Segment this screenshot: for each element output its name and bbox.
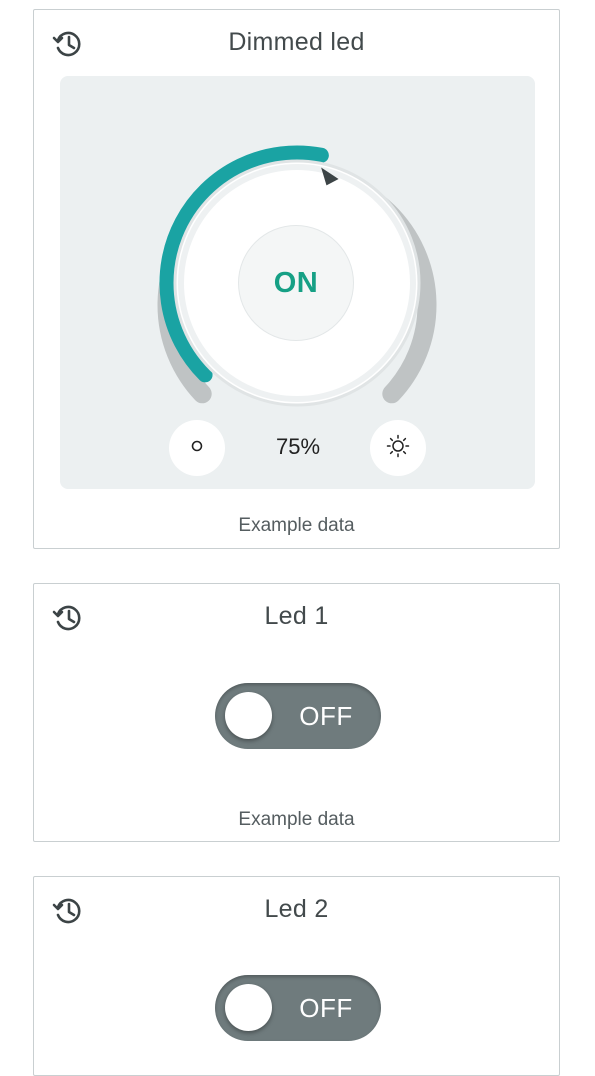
min-brightness-button[interactable] — [169, 420, 225, 476]
toggle-knob — [225, 692, 272, 739]
toggle-label: OFF — [299, 993, 353, 1023]
led2-card: Led 2 OFF — [33, 876, 560, 1076]
card-footer: Example data — [238, 515, 355, 536]
dimmer-card: Dimmed led ON 75% Example data — [33, 9, 560, 549]
brightness-level: 75% — [275, 434, 321, 459]
dimmer-panel: ON 75% — [60, 76, 535, 489]
toggle-label: OFF — [299, 701, 353, 731]
sun-icon — [386, 434, 410, 463]
card-title: Led 2 — [264, 895, 329, 923]
card-footer: Example data — [238, 809, 355, 830]
max-brightness-button[interactable] — [370, 420, 426, 476]
dimmer-on-button[interactable]: ON — [239, 226, 353, 340]
card-title: Dimmed led — [228, 28, 365, 56]
led1-toggle[interactable]: OFF — [215, 683, 381, 749]
led2-toggle[interactable]: OFF — [215, 975, 381, 1041]
led1-card: Led 1 OFF Example data — [33, 583, 560, 842]
card-title: Led 1 — [264, 602, 329, 630]
circle-icon — [190, 439, 204, 458]
